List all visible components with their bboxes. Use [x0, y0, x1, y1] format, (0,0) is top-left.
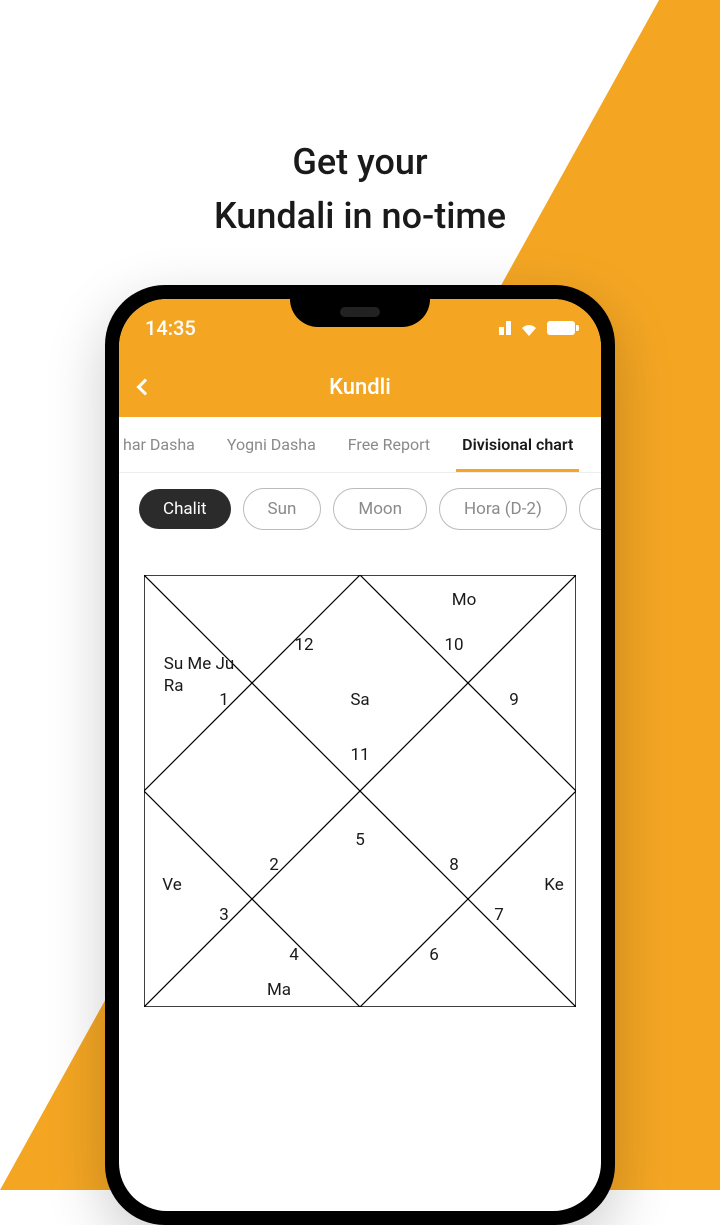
tab-yogni-dasha[interactable]: Yogni Dasha — [211, 417, 332, 472]
phone-notch — [290, 299, 430, 327]
tab-free-report[interactable]: Free Report — [332, 417, 446, 472]
chip-row[interactable]: Chalit Sun Moon Hora (D-2) Drekka — [119, 473, 601, 545]
house-10-num: 10 — [444, 634, 463, 656]
phone-screen: 14:35 Kundli har Dasha Yogni Dasha Free … — [119, 299, 601, 1211]
chip-drekka[interactable]: Drekka — [579, 488, 601, 530]
house-8-num: 8 — [449, 854, 459, 876]
tab-har-dasha[interactable]: har Dasha — [119, 417, 211, 472]
house-11-planets: Sa — [350, 689, 369, 711]
chip-sun[interactable]: Sun — [243, 488, 322, 530]
back-icon[interactable] — [137, 379, 154, 396]
page-title: Kundli — [329, 375, 391, 400]
chip-moon[interactable]: Moon — [333, 488, 427, 530]
chip-hora-d2[interactable]: Hora (D-2) — [439, 488, 567, 530]
headline-line-2: Kundali in no-time — [214, 195, 506, 237]
kundli-chart-area: 12 10 11 1 9 2 5 8 3 7 4 6 Mo Su Me Ju R… — [119, 545, 601, 1037]
headline-line-1: Get your — [292, 141, 427, 183]
house-4-planets: Ma — [267, 979, 291, 1001]
house-5-num: 5 — [355, 829, 365, 851]
marketing-headline: Get your Kundali in no-time — [0, 135, 720, 243]
status-time: 14:35 — [145, 316, 196, 340]
house-10-planets: Mo — [452, 589, 477, 611]
house-7-num: 7 — [494, 904, 504, 926]
phone-frame: 14:35 Kundli har Dasha Yogni Dasha Free … — [105, 285, 615, 1225]
house-1-planets: Su Me Ju Ra — [164, 653, 235, 697]
kundli-chart: 12 10 11 1 9 2 5 8 3 7 4 6 Mo Su Me Ju R… — [144, 575, 576, 1007]
status-icons — [499, 320, 575, 336]
house-11-num: 11 — [350, 744, 369, 766]
house-6-num: 6 — [429, 944, 439, 966]
tab-bar: har Dasha Yogni Dasha Free Report Divisi… — [119, 417, 601, 473]
wifi-icon — [519, 320, 539, 336]
tab-divisional-chart[interactable]: Divisional chart — [446, 417, 589, 472]
chip-chalit[interactable]: Chalit — [139, 489, 231, 529]
house-2-num: 2 — [269, 854, 279, 876]
app-header: Kundli — [119, 357, 601, 417]
house-2-planets: Ve — [162, 874, 181, 896]
house-12-num: 12 — [294, 634, 313, 656]
battery-icon — [547, 321, 575, 335]
house-8-planets: Ke — [544, 874, 563, 896]
house-4-num: 4 — [289, 944, 299, 966]
house-9-num: 9 — [509, 689, 519, 711]
house-3-num: 3 — [219, 904, 229, 926]
signal-icon — [499, 321, 511, 335]
